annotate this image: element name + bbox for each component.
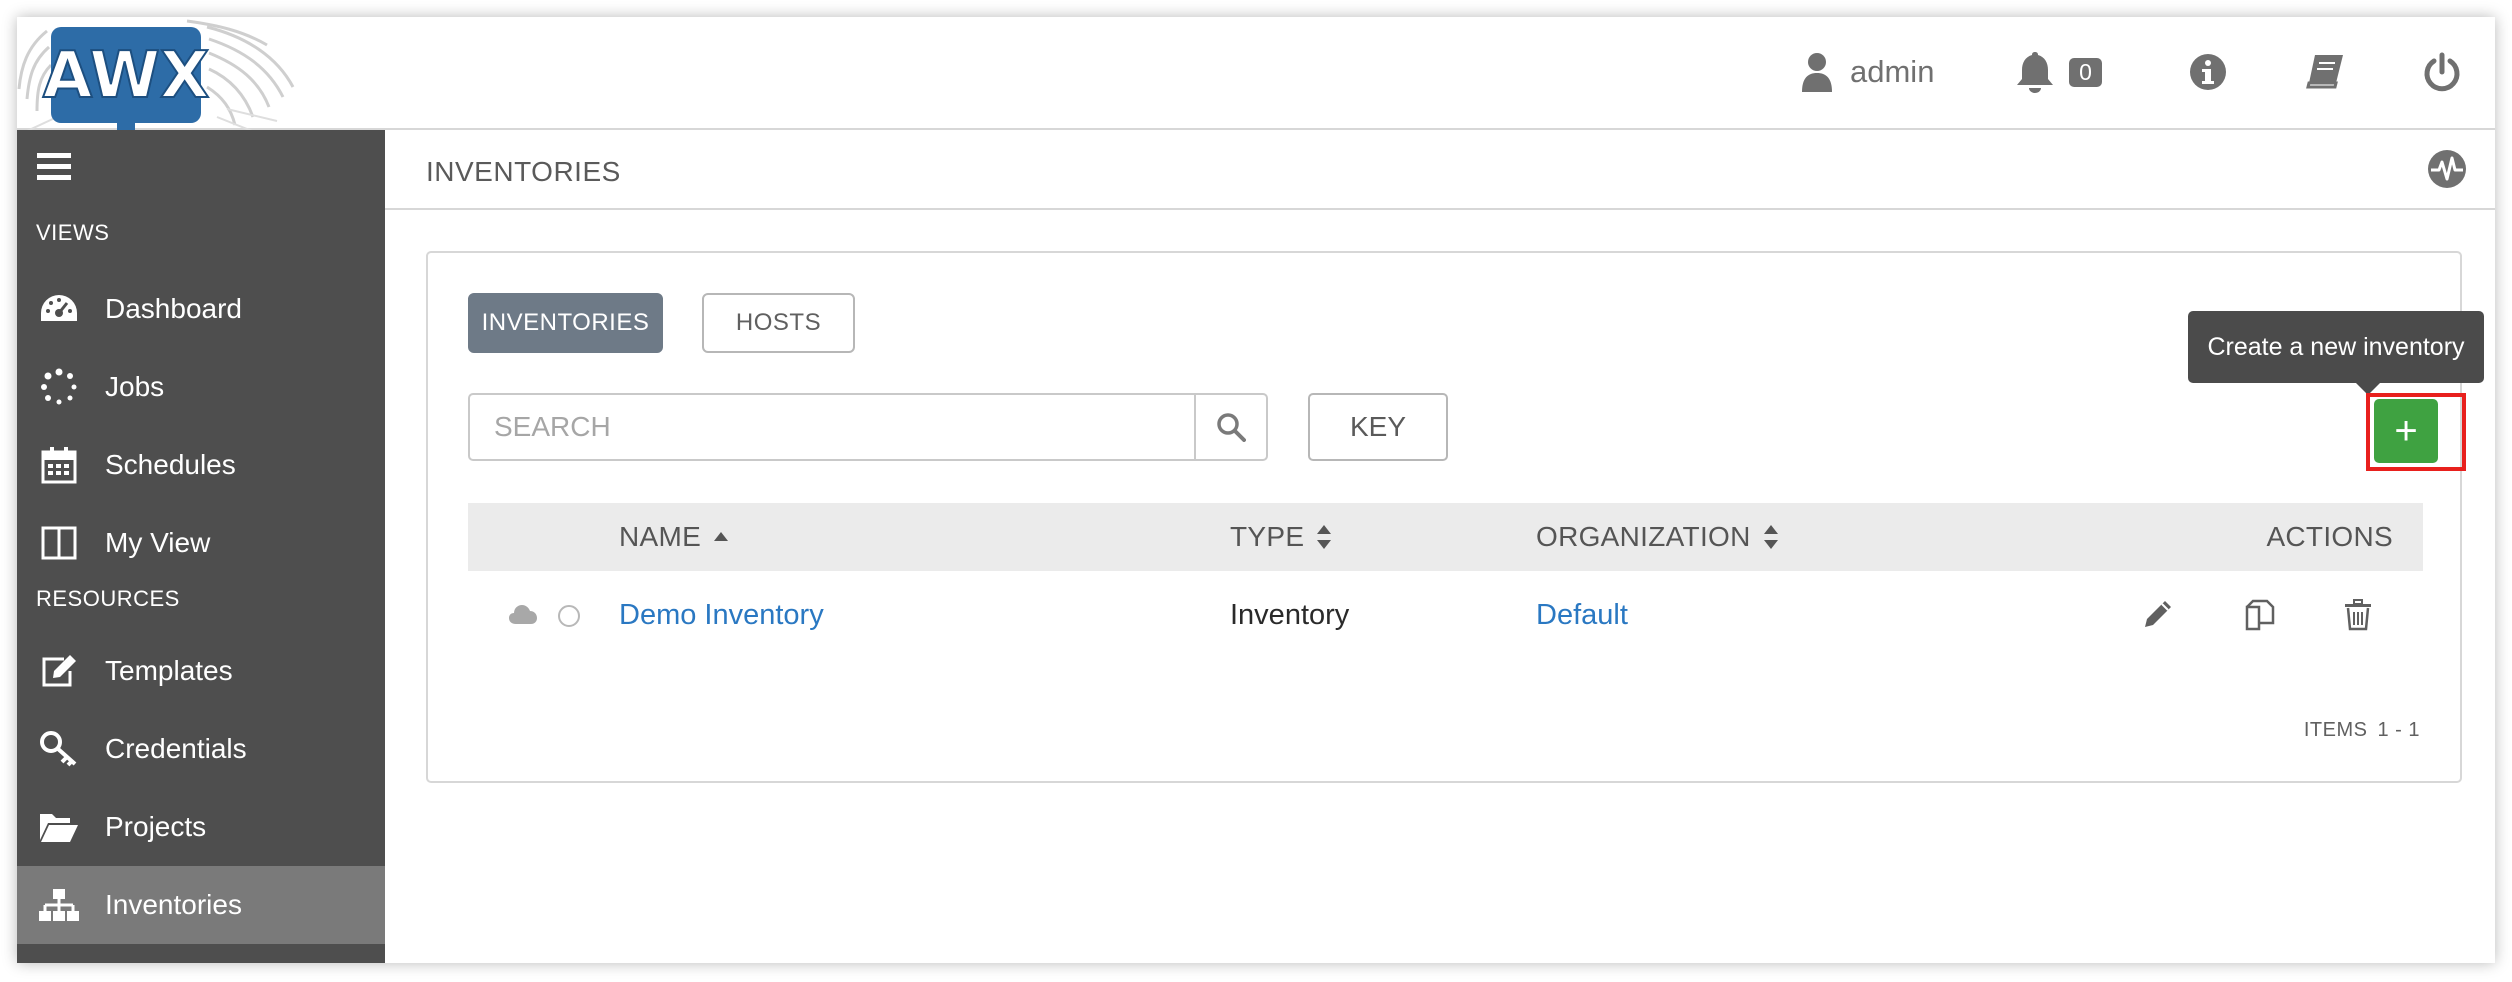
inventory-name-link[interactable]: Demo Inventory	[619, 599, 824, 632]
cloud-icon	[509, 605, 537, 624]
sidebar-item-label: Schedules	[105, 449, 236, 480]
key-button[interactable]: KEY	[1308, 393, 1448, 461]
sidebar-item-credentials[interactable]: Credentials	[17, 710, 385, 788]
sidebar-item-dashboard[interactable]: Dashboard	[17, 270, 385, 348]
items-label: ITEMS	[2303, 719, 2368, 741]
column-label: NAME	[619, 521, 702, 552]
pagination-summary: ITEMS 1 - 1	[2304, 719, 2420, 742]
info-icon	[2190, 54, 2226, 90]
calendar-icon	[41, 447, 77, 484]
activity-stream-icon	[2428, 150, 2466, 188]
column-header-organization[interactable]: ORGANIZATION	[1536, 521, 1779, 553]
resources-heading: RESOURCES	[36, 586, 180, 611]
organization-link[interactable]: Default	[1536, 599, 1628, 632]
column-header-actions: ACTIONS	[2266, 521, 2393, 552]
documentation-button[interactable]	[2305, 47, 2345, 97]
bell-icon	[2017, 52, 2053, 93]
user-name[interactable]: admin	[1850, 54, 1934, 90]
items-range: 1 - 1	[2377, 719, 2420, 741]
book-icon	[2306, 55, 2343, 89]
inventory-type: Inventory	[1230, 599, 1350, 631]
views-heading: VIEWS	[36, 220, 110, 245]
pencil-icon	[2145, 601, 2171, 627]
sidebar-item-projects[interactable]: Projects	[17, 788, 385, 866]
activity-stream-button[interactable]	[2427, 149, 2467, 194]
hamburger-icon	[37, 153, 71, 180]
column-label: ORGANIZATION	[1536, 521, 1751, 552]
sort-icon	[1763, 525, 1778, 549]
sidebar: VIEWS Dashboard Jobs Schedules My View R…	[17, 130, 385, 963]
copy-button[interactable]	[2243, 599, 2275, 636]
sidebar-item-my-view[interactable]: My View	[17, 504, 385, 582]
sort-asc-icon	[714, 532, 729, 541]
page-title: INVENTORIES	[426, 156, 621, 187]
dashboard-icon	[41, 295, 77, 321]
column-header-name[interactable]: NAME	[619, 521, 729, 553]
add-tooltip: Create a new inventory	[2188, 311, 2484, 395]
column-label: TYPE	[1230, 521, 1305, 552]
main-content: INVENTORIES INVENTORIES HOSTS SEARCH KEY…	[385, 130, 2495, 963]
sidebar-item-templates[interactable]: Templates	[17, 632, 385, 710]
spinner-icon	[41, 368, 77, 405]
sitemap-icon	[39, 889, 79, 921]
sidebar-item-label: My View	[105, 527, 211, 558]
tab-hosts[interactable]: HOSTS	[702, 293, 855, 353]
sync-status-icon	[558, 605, 580, 627]
hamburger-menu-button[interactable]	[37, 152, 71, 187]
columns-icon	[41, 526, 77, 560]
sidebar-item-label: Credentials	[105, 733, 247, 764]
pencil-square-icon	[42, 655, 76, 687]
search-icon	[1217, 413, 1246, 442]
top-navbar: AWX admin 0	[17, 17, 2495, 137]
sidebar-item-label: Inventories	[105, 889, 242, 920]
inventories-panel: INVENTORIES HOSTS KEY Create a new inven…	[426, 251, 2484, 783]
search-button[interactable]	[1194, 395, 1266, 459]
logout-button[interactable]	[2423, 47, 2461, 97]
logo-text: AWX	[43, 39, 210, 113]
awx-logo[interactable]: AWX	[17, 17, 307, 139]
search-box	[468, 393, 1268, 461]
add-inventory-button[interactable]: +	[2374, 399, 2438, 463]
sidebar-item-label: Dashboard	[105, 293, 242, 324]
sidebar-item-label: Templates	[105, 655, 233, 686]
app-window: AWX admin 0 VIEWS Dashboard Jobs Schedul…	[17, 17, 2495, 963]
search-input[interactable]	[470, 395, 1194, 459]
sidebar-item-jobs[interactable]: Jobs	[17, 348, 385, 426]
sidebar-item-inventories[interactable]: Inventories	[17, 866, 385, 944]
table-row: Demo Inventory Inventory Default	[468, 571, 2423, 659]
copy-icon	[2245, 599, 2275, 631]
trash-icon	[2345, 599, 2371, 631]
edit-button[interactable]	[2143, 599, 2173, 634]
breadcrumb: INVENTORIES	[385, 130, 2495, 210]
folder-open-icon	[40, 814, 78, 842]
sidebar-item-schedules[interactable]: Schedules	[17, 426, 385, 504]
user-icon	[1802, 53, 1832, 92]
tab-inventories[interactable]: INVENTORIES	[468, 293, 663, 353]
notifications-button[interactable]: 0	[2015, 47, 2102, 97]
power-icon	[2424, 52, 2460, 92]
column-header-type[interactable]: TYPE	[1230, 521, 1332, 553]
delete-button[interactable]	[2344, 599, 2372, 636]
key-icon	[40, 731, 77, 767]
sort-icon	[1317, 525, 1332, 549]
about-button[interactable]	[2189, 47, 2227, 97]
notification-count-badge: 0	[2069, 57, 2102, 87]
table-header: NAME TYPE ORGANIZATION ACTIONS	[468, 503, 2423, 571]
sidebar-item-label: Projects	[105, 811, 207, 842]
user-menu[interactable]: admin	[1802, 47, 1934, 97]
sidebar-item-label: Jobs	[105, 371, 165, 402]
